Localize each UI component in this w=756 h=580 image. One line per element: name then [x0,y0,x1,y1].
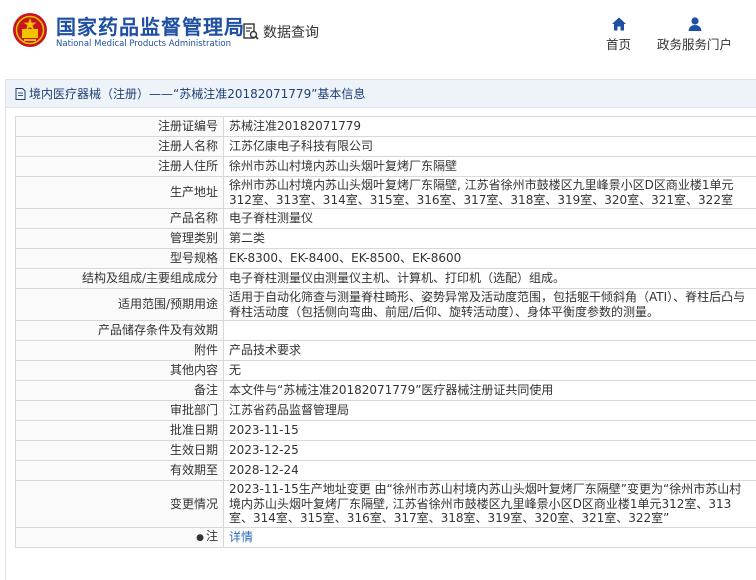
info-key: 变更情况 [16,481,224,528]
document-icon [15,88,26,100]
info-key: 管理类别 [16,229,224,249]
info-row: 结构及组成/主要组成成分电子脊柱测量仪由测量仪主机、计算机、打印机（选配）组成。 [16,269,756,289]
nav-service-portal[interactable]: 政务服务门户 [657,16,732,53]
details-link[interactable]: 详情 [229,530,253,544]
info-row: 批准日期2023-11-15 [16,421,756,441]
info-row: 产品名称电子脊柱测量仪 [16,209,756,229]
info-key: 批准日期 [16,421,224,441]
document-search-icon [243,23,259,41]
info-row: 注册证编号苏械注准20182071779 [16,117,756,137]
info-value: 2023-11-15生产地址变更 由“徐州市苏山村境内苏山头烟叶复烤厂东隔壁”变… [224,481,756,528]
info-value: 2023-11-15 [224,421,756,441]
info-value: EK-8300、EK-8400、EK-8500、EK-8600 [224,249,756,269]
detail-panel: 境内医疗器械（注册）——“苏械注准20182071779”基本信息 注册证编号苏… [5,79,756,580]
site-header: 国家药品监督管理局 National Medical Products Admi… [0,0,756,70]
nav-home-label: 首页 [606,34,631,53]
nav-home[interactable]: 首页 [606,16,631,53]
info-row: 型号规格EK-8300、EK-8400、EK-8500、EK-8600 [16,249,756,269]
info-key: 结构及组成/主要组成成分 [16,269,224,289]
info-key: 备注 [16,381,224,401]
info-row: 管理类别第二类 [16,229,756,249]
info-key: ●注 [16,528,224,548]
info-row: 适用范围/预期用途适用于自动化筛查与测量脊柱畸形、姿势异常及活动度范围，包括躯干… [16,289,756,321]
info-value: 2028-12-24 [224,461,756,481]
info-row: 变更情况2023-11-15生产地址变更 由“徐州市苏山村境内苏山头烟叶复烤厂东… [16,481,756,528]
info-row: 备注本文件与“苏械注准20182071779”医疗器械注册证共同使用 [16,381,756,401]
info-value: 徐州市苏山村境内苏山头烟叶复烤厂东隔壁, 江苏省徐州市鼓楼区九里峰景小区D区商业… [224,177,756,209]
info-key: 注册人名称 [16,137,224,157]
data-query-link[interactable]: 数据查询 [243,22,319,42]
info-value [224,321,756,341]
info-value: 详情 [224,528,756,548]
home-icon [611,16,627,32]
info-key: 有效期至 [16,461,224,481]
info-key: 附件 [16,341,224,361]
info-key: 型号规格 [16,249,224,269]
info-key: 产品名称 [16,209,224,229]
location-pin-icon: ● [196,533,204,543]
data-query-label: 数据查询 [263,22,319,42]
info-row: 其他内容无 [16,361,756,381]
info-value: 江苏省药品监督管理局 [224,401,756,421]
info-key: 生效日期 [16,441,224,461]
info-key: 产品储存条件及有效期 [16,321,224,341]
info-value: 2023-12-25 [224,441,756,461]
info-key: 其他内容 [16,361,224,381]
registration-info-table: 注册证编号苏械注准20182071779注册人名称江苏亿康电子科技有限公司注册人… [15,116,756,548]
info-row: 生效日期2023-12-25 [16,441,756,461]
info-value: 电子脊柱测量仪 [224,209,756,229]
info-key: 审批部门 [16,401,224,421]
info-row: 有效期至2028-12-24 [16,461,756,481]
info-value: 产品技术要求 [224,341,756,361]
panel-title: 境内医疗器械（注册）——“苏械注准20182071779”基本信息 [29,85,365,102]
info-key: 适用范围/预期用途 [16,289,224,321]
info-value: 江苏亿康电子科技有限公司 [224,137,756,157]
info-row: ●注详情 [16,528,756,548]
site-subtitle-en: National Medical Products Administration [56,39,231,49]
info-value: 徐州市苏山村境内苏山头烟叶复烤厂东隔壁 [224,157,756,177]
site-title: 国家药品监督管理局 [56,11,245,40]
info-value: 苏械注准20182071779 [224,117,756,137]
info-row: 生产地址徐州市苏山村境内苏山头烟叶复烤厂东隔壁, 江苏省徐州市鼓楼区九里峰景小区… [16,177,756,209]
info-key: 生产地址 [16,177,224,209]
info-key: 注册人住所 [16,157,224,177]
info-row: 注册人住所徐州市苏山村境内苏山头烟叶复烤厂东隔壁 [16,157,756,177]
info-value: 第二类 [224,229,756,249]
info-value: 电子脊柱测量仪由测量仪主机、计算机、打印机（选配）组成。 [224,269,756,289]
info-value: 本文件与“苏械注准20182071779”医疗器械注册证共同使用 [224,381,756,401]
info-row: 注册人名称江苏亿康电子科技有限公司 [16,137,756,157]
info-value: 无 [224,361,756,381]
info-row: 附件产品技术要求 [16,341,756,361]
info-row: 产品储存条件及有效期 [16,321,756,341]
national-emblem-logo [12,12,48,48]
nav-service-portal-label: 政务服务门户 [657,34,732,53]
user-icon [687,16,703,32]
info-key-label: 注 [206,529,218,543]
panel-title-bar: 境内医疗器械（注册）——“苏械注准20182071779”基本信息 [6,80,756,108]
info-value: 适用于自动化筛查与测量脊柱畸形、姿势异常及活动度范围，包括躯干倾斜角（ATI）、… [224,289,756,321]
info-row: 审批部门江苏省药品监督管理局 [16,401,756,421]
info-key: 注册证编号 [16,117,224,137]
